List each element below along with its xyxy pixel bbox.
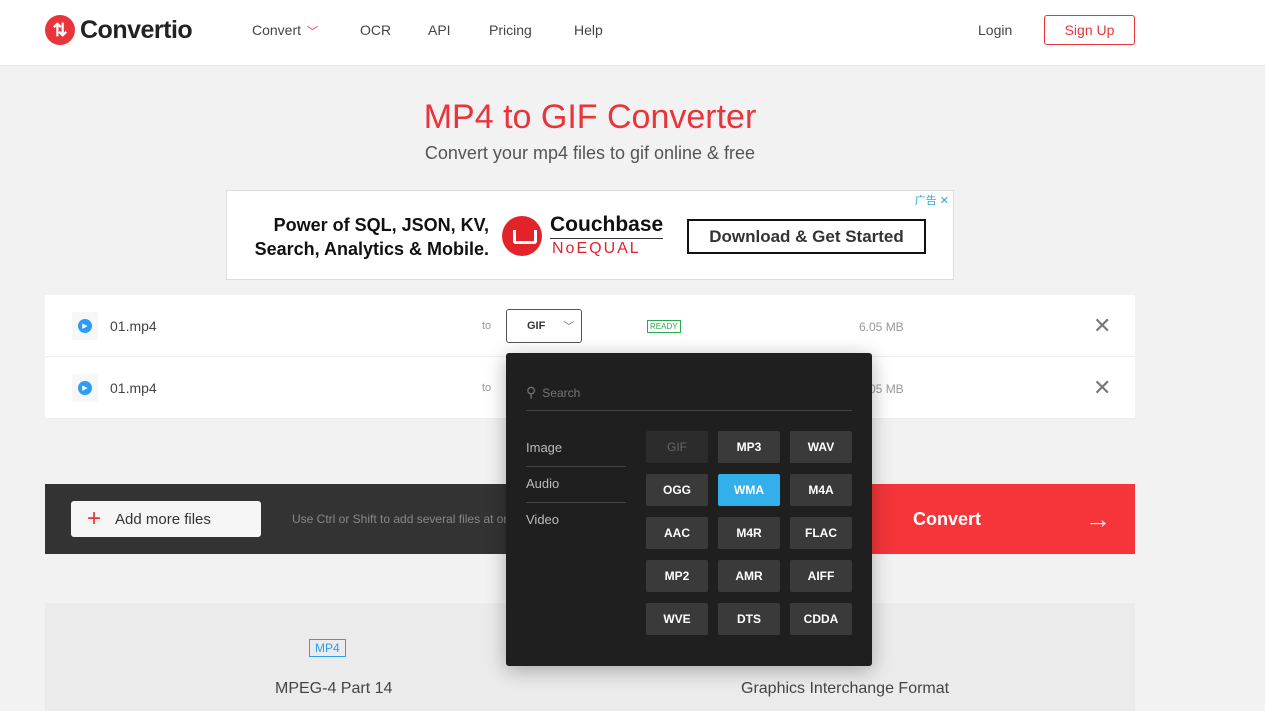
- format-search: ⚲: [526, 375, 852, 411]
- ad-brand: Couchbase: [550, 213, 664, 239]
- category-audio[interactable]: Audio: [526, 467, 626, 503]
- remove-file-icon[interactable]: ✕: [1093, 375, 1111, 401]
- ad-tagline: NoEQUAL: [552, 240, 641, 257]
- ad-choices[interactable]: 广告 ✕: [915, 192, 949, 208]
- arrow-right-icon: →: [1085, 503, 1111, 534]
- category-video[interactable]: Video: [526, 503, 626, 539]
- play-icon[interactable]: ▶: [72, 374, 98, 402]
- format-option-aac[interactable]: AAC: [646, 517, 708, 549]
- nav-convert[interactable]: Convert ﹀: [252, 22, 318, 39]
- to-label: to: [482, 382, 492, 394]
- search-input[interactable]: [542, 385, 833, 400]
- chevron-down-icon: ﹀: [563, 321, 575, 333]
- source-format-badge: MP4: [309, 639, 346, 657]
- format-option-dts[interactable]: DTS: [718, 603, 780, 635]
- page-title: MP4 to GIF Converter: [423, 98, 757, 136]
- file-name: 01.mp4: [110, 380, 157, 396]
- add-more-files-button[interactable]: + Add more files: [71, 501, 261, 537]
- chevron-down-icon: ﹀: [307, 26, 319, 38]
- convertio-logo-icon: ⇅: [45, 15, 75, 45]
- format-option-gif: GIF: [646, 431, 708, 463]
- login-link[interactable]: Login: [978, 22, 1012, 38]
- nav-ocr[interactable]: OCR: [360, 22, 391, 38]
- hint-text: Use Ctrl or Shift to add several files a…: [292, 512, 523, 526]
- play-icon[interactable]: ▶: [72, 312, 98, 340]
- format-option-amr[interactable]: AMR: [718, 560, 780, 592]
- brand-name: Convertio: [80, 15, 193, 44]
- header: ⇅ Convertio Convert ﹀ OCR API Pricing Hel…: [0, 0, 1265, 66]
- format-option-m4r[interactable]: M4R: [718, 517, 780, 549]
- file-name: 01.mp4: [110, 318, 157, 334]
- format-option-flac[interactable]: FLAC: [790, 517, 852, 549]
- source-format-name: MPEG-4 Part 14: [275, 680, 393, 697]
- target-format-name: Graphics Interchange Format: [741, 680, 950, 697]
- close-icon: ✕: [939, 195, 949, 207]
- format-option-wve[interactable]: WVE: [646, 603, 708, 635]
- search-icon: ⚲: [526, 384, 537, 400]
- plus-icon: +: [87, 505, 102, 532]
- format-option-cdda[interactable]: CDDA: [790, 603, 852, 635]
- ad-text: Power of SQL, JSON, KV, Search, Analytics…: [254, 215, 489, 259]
- ad-cta-button[interactable]: Download & Get Started: [687, 219, 926, 254]
- nav-help[interactable]: Help: [574, 22, 603, 38]
- signup-button[interactable]: Sign Up: [1044, 15, 1135, 45]
- format-option-aiff[interactable]: AIFF: [790, 560, 852, 592]
- file-size: 6.05 MB: [859, 320, 904, 334]
- nav-api[interactable]: API: [428, 22, 451, 38]
- format-option-ogg[interactable]: OGG: [646, 474, 708, 506]
- format-option-wma[interactable]: WMA: [718, 474, 780, 506]
- format-option-mp3[interactable]: MP3: [718, 431, 780, 463]
- category-image[interactable]: Image: [526, 431, 626, 467]
- to-label: to: [482, 320, 492, 332]
- remove-file-icon[interactable]: ✕: [1093, 313, 1111, 339]
- format-select[interactable]: GIF ﹀: [506, 309, 582, 343]
- convert-button[interactable]: Convert →: [872, 484, 1135, 554]
- advertisement[interactable]: Power of SQL, JSON, KV, Search, Analytics…: [226, 190, 954, 280]
- logo[interactable]: ⇅ Convertio: [45, 15, 193, 45]
- file-row: ▶ 01.mp4 to GIF ﹀ READY 6.05 MB ✕: [45, 295, 1135, 357]
- status-badge: READY: [647, 320, 681, 333]
- couchbase-logo-icon: [502, 216, 542, 256]
- format-option-wav[interactable]: WAV: [790, 431, 852, 463]
- format-dropdown: ⚲ ImageAudioVideo GIF MP3 WAV OGG WMA M4A AAC M…: [506, 353, 872, 666]
- nav-pricing[interactable]: Pricing: [489, 22, 532, 38]
- format-option-mp2[interactable]: MP2: [646, 560, 708, 592]
- page-subtitle: Convert your mp4 files to gif online & f…: [424, 143, 756, 163]
- format-option-m4a[interactable]: M4A: [790, 474, 852, 506]
